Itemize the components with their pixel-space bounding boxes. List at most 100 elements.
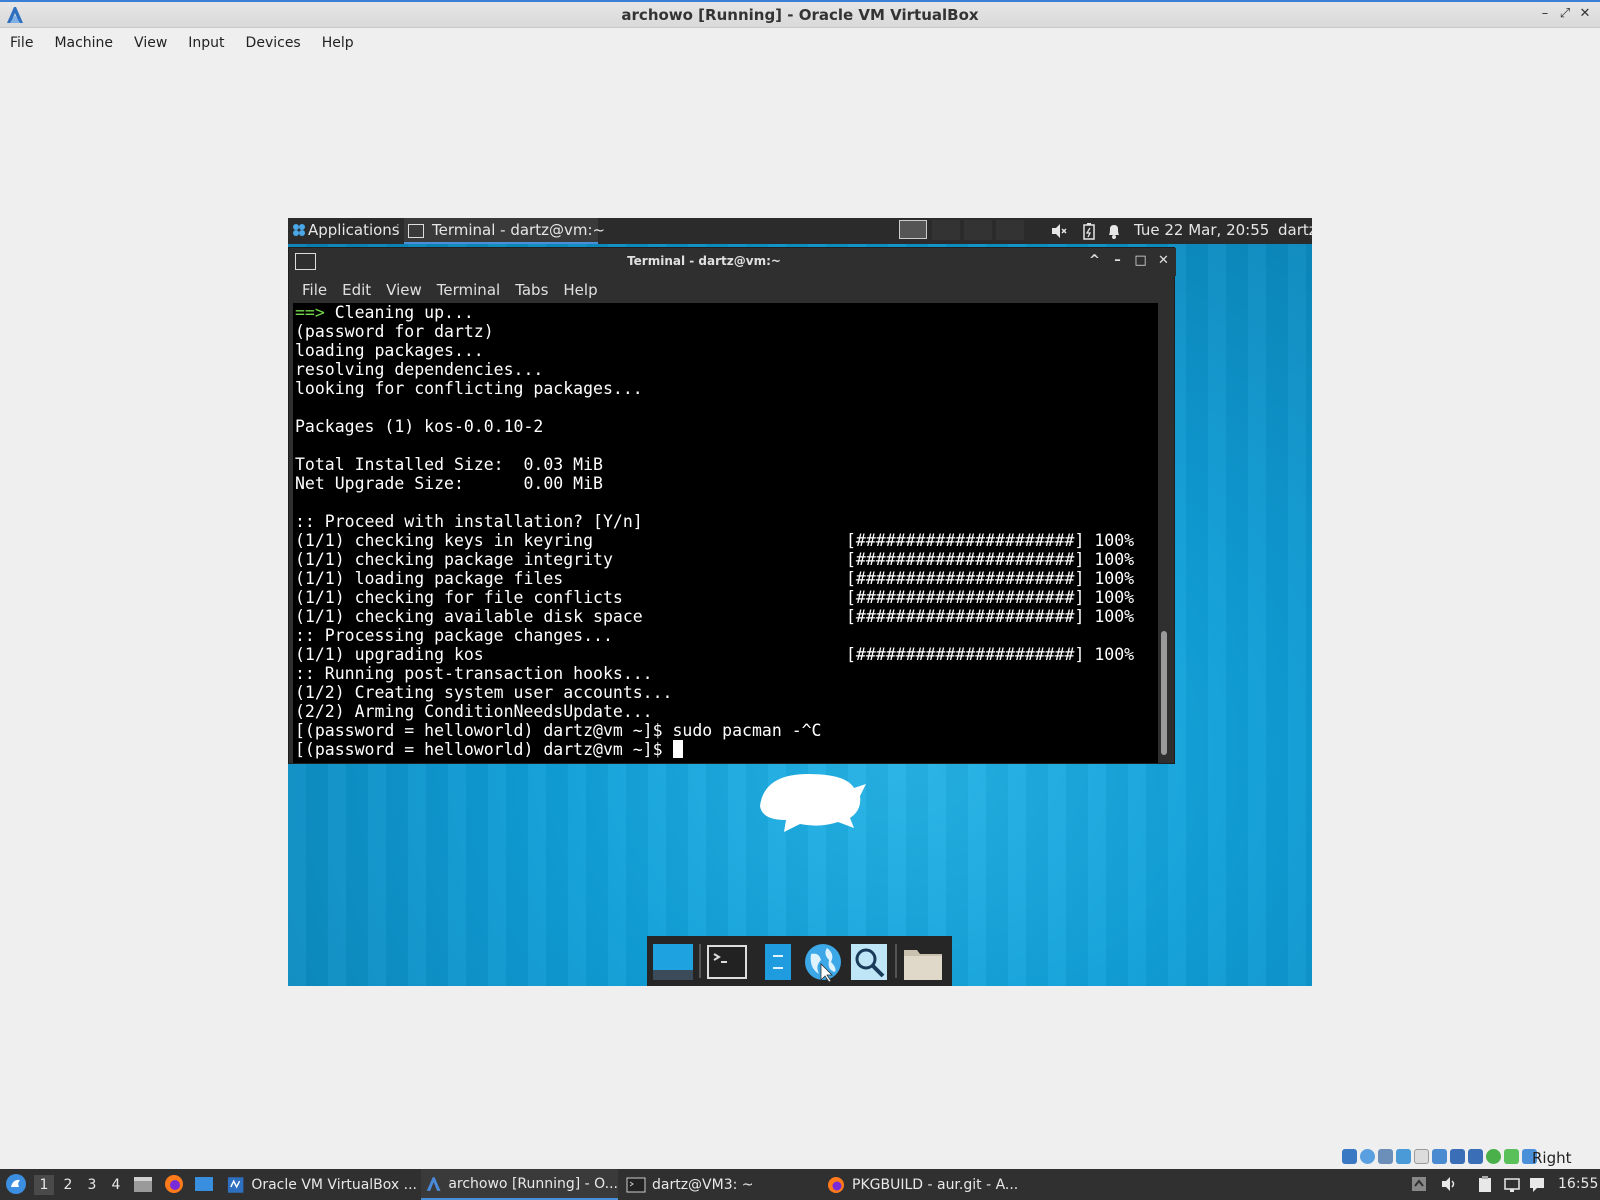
progress-bar-text: [######################] 100% — [846, 645, 1135, 664]
taskbar-task-label: Oracle VM VirtualBox ... — [251, 1176, 417, 1193]
workspace-2[interactable]: 2 — [58, 1175, 78, 1195]
terminal-menu-view[interactable]: View — [386, 281, 422, 299]
menu-machine[interactable]: Machine — [54, 35, 113, 51]
workspace-3-icon[interactable] — [964, 220, 992, 240]
notification-icon[interactable] — [1528, 1175, 1546, 1193]
vm-display[interactable]: Applications ⁝ Terminal - dartz@vm:~ Tue… — [288, 218, 1312, 986]
terminal-menu-terminal[interactable]: Terminal — [437, 281, 500, 299]
desktop-icon[interactable] — [193, 1173, 215, 1195]
maximize-button[interactable]: ⤢ — [1558, 6, 1572, 21]
taskbar-task-terminal[interactable]: dartz@VM3: ~ — [622, 1169, 812, 1200]
terminal-line-text: Total Installed Size: 0.03 MiB — [295, 455, 603, 474]
volume-muted-icon[interactable] — [1050, 222, 1068, 240]
minimize-button[interactable]: – — [1538, 6, 1552, 21]
start-menu-icon[interactable] — [4, 1172, 28, 1196]
terminal-output[interactable]: ==> Cleaning up... (password for dartz) lo… — [293, 303, 1159, 763]
taskbar-clock[interactable]: 16:55 — [1558, 1176, 1598, 1192]
terminal-line-text: Packages (1) kos-0.0.10-2 — [295, 417, 544, 436]
taskbar-task-firefox[interactable]: PKGBUILD - aur.git - A... — [822, 1169, 1022, 1200]
terminal-line-text: Net Upgrade Size: 0.00 MiB — [295, 474, 603, 493]
display-icon[interactable] — [1450, 1149, 1465, 1164]
web-browser-icon[interactable] — [801, 940, 845, 984]
terminal-line: loading packages... — [295, 341, 1159, 360]
hard-disk-icon[interactable] — [1342, 1149, 1357, 1164]
terminal-menu-help[interactable]: Help — [563, 281, 597, 299]
battery-icon[interactable] — [1081, 222, 1097, 240]
applications-menu[interactable]: Applications — [308, 221, 400, 239]
host-titlebar: archowo [Running] - Oracle VM VirtualBox… — [0, 0, 1600, 28]
terminal-line-text: (1/1) loading package files — [295, 569, 564, 588]
terminal-line: looking for conflicting packages... — [295, 379, 1159, 398]
folder-icon[interactable] — [901, 940, 945, 984]
vm-status-icons — [1342, 1149, 1537, 1164]
terminal-scrollbar[interactable] — [1158, 303, 1170, 763]
menu-view[interactable]: View — [134, 35, 167, 51]
terminal-menu-file[interactable]: File — [302, 281, 327, 299]
host-menubar: File Machine View Input Devices Help — [0, 28, 1600, 58]
terminal-menubar: File Edit View Terminal Tabs Help — [289, 276, 1176, 303]
recording-icon[interactable] — [1468, 1149, 1483, 1164]
workspace-4[interactable]: 4 — [106, 1175, 126, 1195]
menu-input[interactable]: Input — [188, 35, 224, 51]
terminal-line-text: (2/2) Arming ConditionNeedsUpdate... — [295, 702, 653, 721]
terminal-line-text: looking for conflicting packages... — [295, 379, 643, 398]
minimize-button[interactable]: – — [1111, 253, 1124, 268]
menu-help[interactable]: Help — [322, 35, 354, 51]
terminal-icon[interactable] — [705, 940, 749, 984]
terminal-line: (1/2) Creating system user accounts... — [295, 683, 1159, 702]
guest-user-menu[interactable]: dartz — [1278, 221, 1312, 239]
terminal-menu-edit[interactable]: Edit — [342, 281, 371, 299]
guest-task-label: Terminal - dartz@vm:~ — [432, 221, 606, 239]
audio-icon[interactable] — [1378, 1149, 1393, 1164]
file-manager-icon[interactable] — [755, 940, 799, 984]
terminal-titlebar[interactable]: Terminal - dartz@vm:~ ^ – □ ✕ — [289, 248, 1176, 276]
volume-icon[interactable] — [1440, 1175, 1458, 1193]
terminal-line-text: (1/1) checking package integrity — [295, 550, 613, 569]
tray-arrow-icon[interactable] — [1410, 1175, 1428, 1193]
app-finder-icon[interactable] — [847, 940, 891, 984]
terminal-line-text: (1/1) checking for file conflicts — [295, 588, 623, 607]
usb-icon[interactable] — [1414, 1149, 1429, 1164]
menu-file[interactable]: File — [10, 35, 33, 51]
virtualization-icon[interactable] — [1486, 1149, 1501, 1164]
guest-clock[interactable]: Tue 22 Mar, 20:55 — [1134, 221, 1269, 239]
show-desktop-icon[interactable] — [651, 940, 695, 984]
workspace-1[interactable]: 1 — [34, 1175, 54, 1195]
terminal-window[interactable]: Terminal - dartz@vm:~ ^ – □ ✕ File Edit … — [288, 247, 1176, 764]
network-icon[interactable] — [1396, 1149, 1411, 1164]
taskbar-task-archowo[interactable]: archowo [Running] - O... — [421, 1169, 618, 1200]
mouse-integration-icon[interactable] — [1504, 1149, 1519, 1164]
workspace-3[interactable]: 3 — [82, 1175, 102, 1195]
optical-disk-icon[interactable] — [1360, 1149, 1375, 1164]
separator-icon: ⁝ — [396, 221, 400, 235]
shade-button[interactable]: ^ — [1088, 253, 1101, 268]
host-taskbar: 1 2 3 4 Oracle VM VirtualBox ... archowo… — [0, 1169, 1600, 1200]
terminal-line: resolving dependencies... — [295, 360, 1159, 379]
terminal-title: Terminal - dartz@vm:~ — [627, 254, 781, 268]
taskbar-task-virtualbox[interactable]: Oracle VM VirtualBox ... — [222, 1169, 417, 1200]
network-icon[interactable] — [1503, 1175, 1521, 1193]
xfce-applications-icon[interactable] — [292, 223, 306, 237]
workspace-1-icon[interactable] — [899, 220, 927, 239]
workspace-4-icon[interactable] — [996, 220, 1024, 240]
terminal-menu-tabs[interactable]: Tabs — [515, 281, 548, 299]
close-button[interactable]: ✕ — [1157, 253, 1170, 268]
clipboard-icon[interactable] — [1476, 1175, 1494, 1193]
firefox-icon[interactable] — [163, 1173, 185, 1195]
terminal-line-text: [(password = helloworld) dartz@vm ~]$ su… — [295, 721, 822, 740]
menu-devices[interactable]: Devices — [246, 35, 301, 51]
workspace-2-icon[interactable] — [932, 220, 960, 240]
scrollbar-thumb[interactable] — [1161, 631, 1167, 755]
maximize-button[interactable]: □ — [1134, 253, 1147, 268]
progress-bar-text: [######################] 100% — [846, 588, 1135, 607]
shared-folder-icon[interactable] — [1432, 1149, 1447, 1164]
close-button[interactable]: ✕ — [1578, 6, 1592, 21]
prompt-arrow: ==> — [295, 303, 325, 322]
file-manager-icon[interactable] — [132, 1173, 154, 1195]
guest-task-terminal[interactable]: Terminal - dartz@vm:~ — [404, 218, 605, 244]
notification-bell-icon[interactable] — [1106, 222, 1122, 240]
progress-bar-text: [######################] 100% — [846, 531, 1135, 550]
virtualbox-icon — [227, 1176, 244, 1193]
progress-bar-text: [######################] 100% — [846, 607, 1135, 626]
